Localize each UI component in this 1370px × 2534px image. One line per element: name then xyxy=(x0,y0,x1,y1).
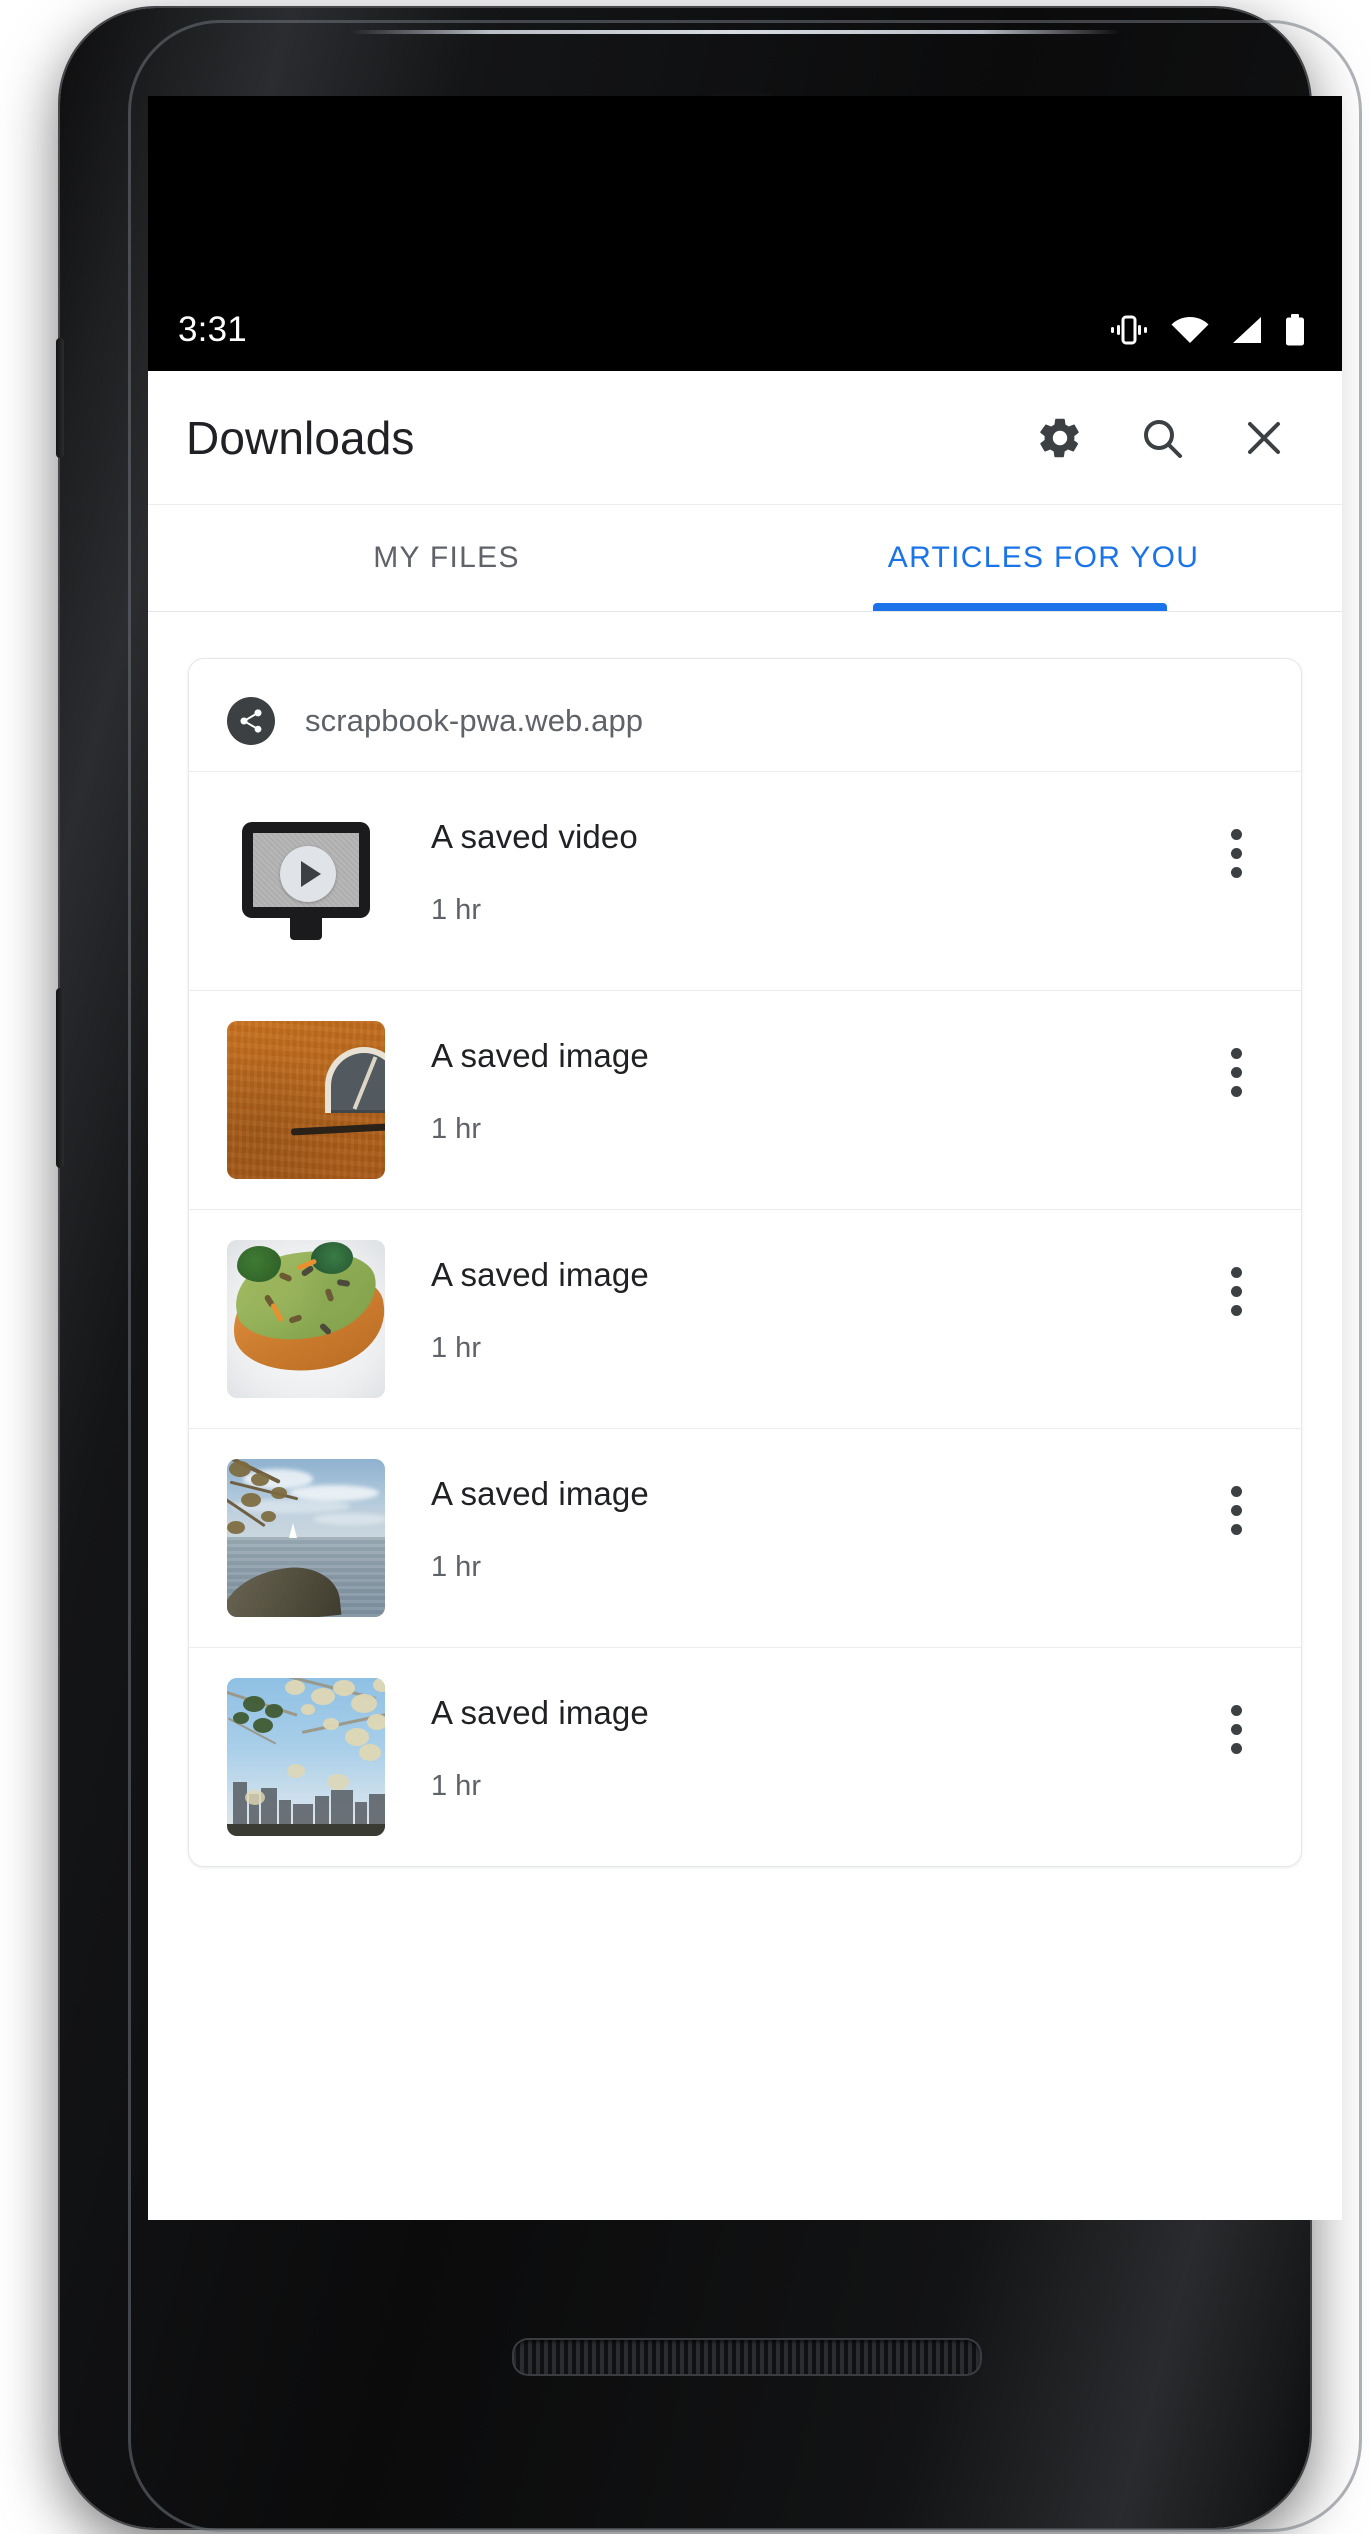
list-item-subtitle: 1 hr xyxy=(431,1113,481,1145)
battery-icon xyxy=(1286,314,1304,346)
download-group-card: scrapbook-pwa.web.app A saved video 1 hr… xyxy=(188,658,1302,1867)
toolbar-actions xyxy=(1020,398,1304,478)
list-item-subtitle: 1 hr xyxy=(431,894,481,926)
share-icon xyxy=(227,697,275,745)
phone-device-frame: 3:31 Downloads MY FILES ARTICLES FOR YOU… xyxy=(56,8,1362,2532)
wifi-icon xyxy=(1171,317,1209,343)
articles-list: scrapbook-pwa.web.app A saved video 1 hr… xyxy=(148,612,1342,2220)
close-icon xyxy=(1248,421,1280,454)
list-item-subtitle: 1 hr xyxy=(431,1332,481,1364)
list-item-subtitle: 1 hr xyxy=(431,1770,481,1802)
left-antenna-line-top xyxy=(56,338,64,458)
phone-top-metal-rim xyxy=(350,30,1120,34)
close-button[interactable] xyxy=(1224,398,1304,478)
list-item[interactable]: A saved image 1 hr xyxy=(189,1428,1301,1647)
page-title: Downloads xyxy=(186,411,415,464)
overflow-menu-icon[interactable] xyxy=(1197,1690,1275,1768)
list-item-title: A saved image xyxy=(431,1694,649,1731)
app-toolbar: Downloads xyxy=(148,371,1342,504)
tab-bar: MY FILES ARTICLES FOR YOU xyxy=(148,504,1342,612)
left-antenna-line-bottom xyxy=(56,988,64,1168)
settings-button[interactable] xyxy=(1020,398,1100,478)
lake-sailboat-photo xyxy=(227,1459,385,1617)
list-item[interactable]: A saved image 1 hr xyxy=(189,1209,1301,1428)
cell-signal-icon xyxy=(1233,317,1261,343)
status-bar: 3:31 xyxy=(148,289,1342,371)
list-item-title: A saved image xyxy=(431,1256,649,1293)
list-item-title: A saved image xyxy=(431,1475,649,1512)
list-item-text: A saved image 1 hr xyxy=(385,1459,1197,1584)
list-item-subtitle: 1 hr xyxy=(431,1551,481,1583)
bottom-speaker-grille xyxy=(512,2338,982,2376)
status-bar-icons xyxy=(1108,314,1306,346)
overflow-menu-icon[interactable] xyxy=(1197,1252,1275,1330)
gear-icon xyxy=(1040,418,1079,457)
downloads-app: Downloads MY FILES ARTICLES FOR YOU scra… xyxy=(148,371,1342,2220)
card-origin-header: scrapbook-pwa.web.app xyxy=(189,659,1301,771)
list-item-text: A saved image 1 hr xyxy=(385,1021,1197,1146)
list-item[interactable]: A saved video 1 hr xyxy=(189,771,1301,990)
avocado-toast-photo xyxy=(227,1240,385,1398)
vibrate-icon xyxy=(1111,315,1147,345)
origin-domain: scrapbook-pwa.web.app xyxy=(305,703,644,738)
tab-my-files[interactable]: MY FILES xyxy=(148,505,745,611)
list-item-text: A saved video 1 hr xyxy=(385,802,1197,927)
overflow-menu-icon[interactable] xyxy=(1197,1033,1275,1111)
overflow-menu-icon[interactable] xyxy=(1197,814,1275,892)
search-button[interactable] xyxy=(1122,398,1202,478)
orange-wall-arched-window-photo xyxy=(227,1021,385,1179)
video-placeholder-icon xyxy=(227,802,385,960)
list-item[interactable]: A saved image 1 hr xyxy=(189,1647,1301,1866)
city-skyline-blossoms-photo xyxy=(227,1678,385,1836)
list-item-text: A saved image 1 hr xyxy=(385,1678,1197,1803)
tab-active-indicator xyxy=(873,603,1167,611)
list-item[interactable]: A saved image 1 hr xyxy=(189,990,1301,1209)
tab-articles-for-you[interactable]: ARTICLES FOR YOU xyxy=(745,505,1342,611)
list-item-title: A saved video xyxy=(431,818,638,855)
list-item-title: A saved image xyxy=(431,1037,649,1074)
search-icon xyxy=(1144,419,1182,458)
list-item-text: A saved image 1 hr xyxy=(385,1240,1197,1365)
overflow-menu-icon[interactable] xyxy=(1197,1471,1275,1549)
phone-screen: 3:31 Downloads MY FILES ARTICLES FOR YOU… xyxy=(148,96,1342,2220)
status-bar-clock: 3:31 xyxy=(178,310,247,349)
